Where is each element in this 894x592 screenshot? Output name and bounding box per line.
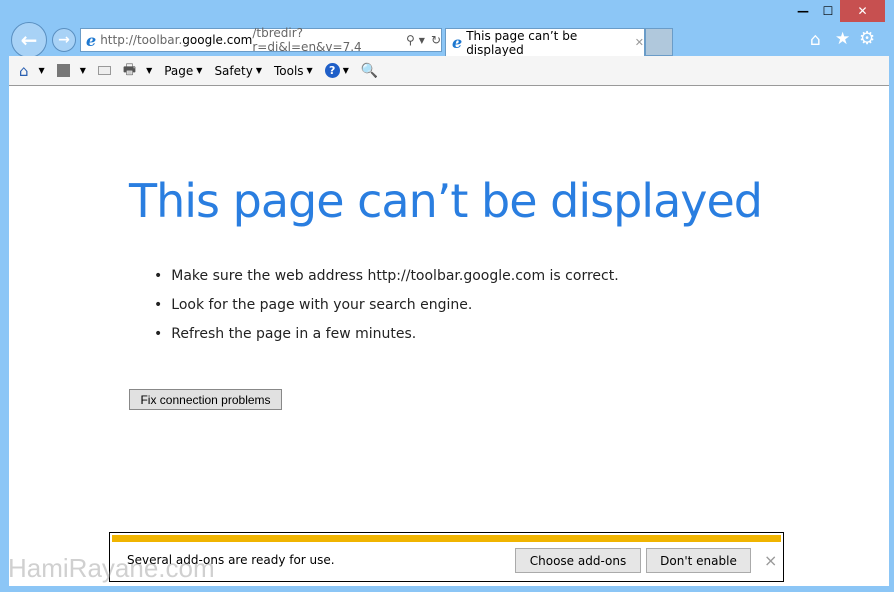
page-title: This page can’t be displayed (129, 174, 763, 228)
tools-menu-label: Tools (273, 63, 304, 78)
home-icon[interactable]: ⌂ (810, 30, 821, 50)
maximize-button[interactable]: ☐ (816, 0, 840, 22)
home-toolbar-button[interactable]: ⌂ ▼ (19, 62, 45, 80)
mail-button[interactable] (97, 66, 111, 75)
tab-close-icon[interactable]: ✕ (635, 36, 644, 49)
dont-enable-button[interactable]: Don't enable (646, 548, 751, 573)
new-tab-button[interactable] (645, 28, 673, 56)
mail-icon (97, 66, 111, 75)
search-icon[interactable]: ⚲ (406, 33, 415, 47)
refresh-icon[interactable]: ↻ (431, 33, 441, 47)
list-item: Refresh the page in a few minutes. (154, 326, 619, 355)
help-icon: ? (324, 63, 340, 78)
list-item: Look for the page with your search engin… (154, 297, 619, 326)
feeds-button[interactable]: ▼ (56, 64, 86, 77)
rss-icon (56, 64, 70, 77)
dropdown-icon[interactable]: ▼ (419, 36, 425, 45)
forward-button[interactable]: → (52, 28, 76, 52)
list-item: Make sure the web address http://toolbar… (154, 268, 618, 297)
settings-gear-icon[interactable]: ⚙ (859, 28, 875, 49)
notification-message: Several add-ons are ready for use. (127, 553, 335, 567)
tab-active[interactable]: e This page can’t be displayed ✕ (445, 28, 645, 57)
url-prefix: http://toolbar. (100, 33, 183, 47)
choose-addons-button[interactable]: Choose add-ons (515, 548, 641, 573)
page-content: This page can’t be displayed Make sure t… (9, 86, 889, 586)
minimize-button[interactable]: — (790, 0, 816, 22)
notification-accent (112, 535, 781, 542)
home-icon: ⌂ (19, 61, 29, 80)
url-suffix: /tbredir?r=di&l=en&v=7.4 (252, 26, 362, 54)
tab-title: This page can’t be displayed (466, 28, 578, 57)
suggestions-list: Make sure the web address http://toolbar… (154, 268, 619, 355)
address-bar[interactable]: e http://toolbar. google.com/tbredir?r=di… (80, 26, 442, 54)
print-button[interactable]: 🖶 ▼ (123, 59, 152, 83)
fix-connection-button[interactable]: Fix connection problems (129, 389, 282, 410)
back-button[interactable]: ← (11, 22, 47, 58)
notification-close-icon[interactable]: × (764, 551, 777, 570)
safety-menu[interactable]: Safety ▼ (214, 64, 262, 78)
notification-bar: Several add-ons are ready for use. Choos… (109, 532, 784, 582)
tools-menu[interactable]: Tools ▼ (274, 64, 313, 78)
command-bar: ⌂ ▼ ▼ 🖶 ▼ Page ▼ Safety ▼ Tools ▼ ? ▼ 🔍 (9, 56, 889, 86)
page-menu-label: Page (164, 63, 194, 78)
ie-tab-icon: e (452, 33, 463, 52)
research-button[interactable]: 🔍 (361, 63, 378, 79)
page-menu[interactable]: Page ▼ (164, 64, 202, 78)
safety-menu-label: Safety (214, 63, 253, 78)
close-window-button[interactable]: ✕ (840, 0, 885, 22)
url-domain: google.com (182, 33, 253, 47)
help-menu[interactable]: ? ▼ (324, 63, 349, 78)
favorites-star-icon[interactable]: ★ (835, 29, 850, 49)
ie-page-icon: e (86, 30, 97, 50)
printer-icon: 🖶 (122, 61, 137, 78)
research-icon: 🔍 (360, 62, 379, 79)
